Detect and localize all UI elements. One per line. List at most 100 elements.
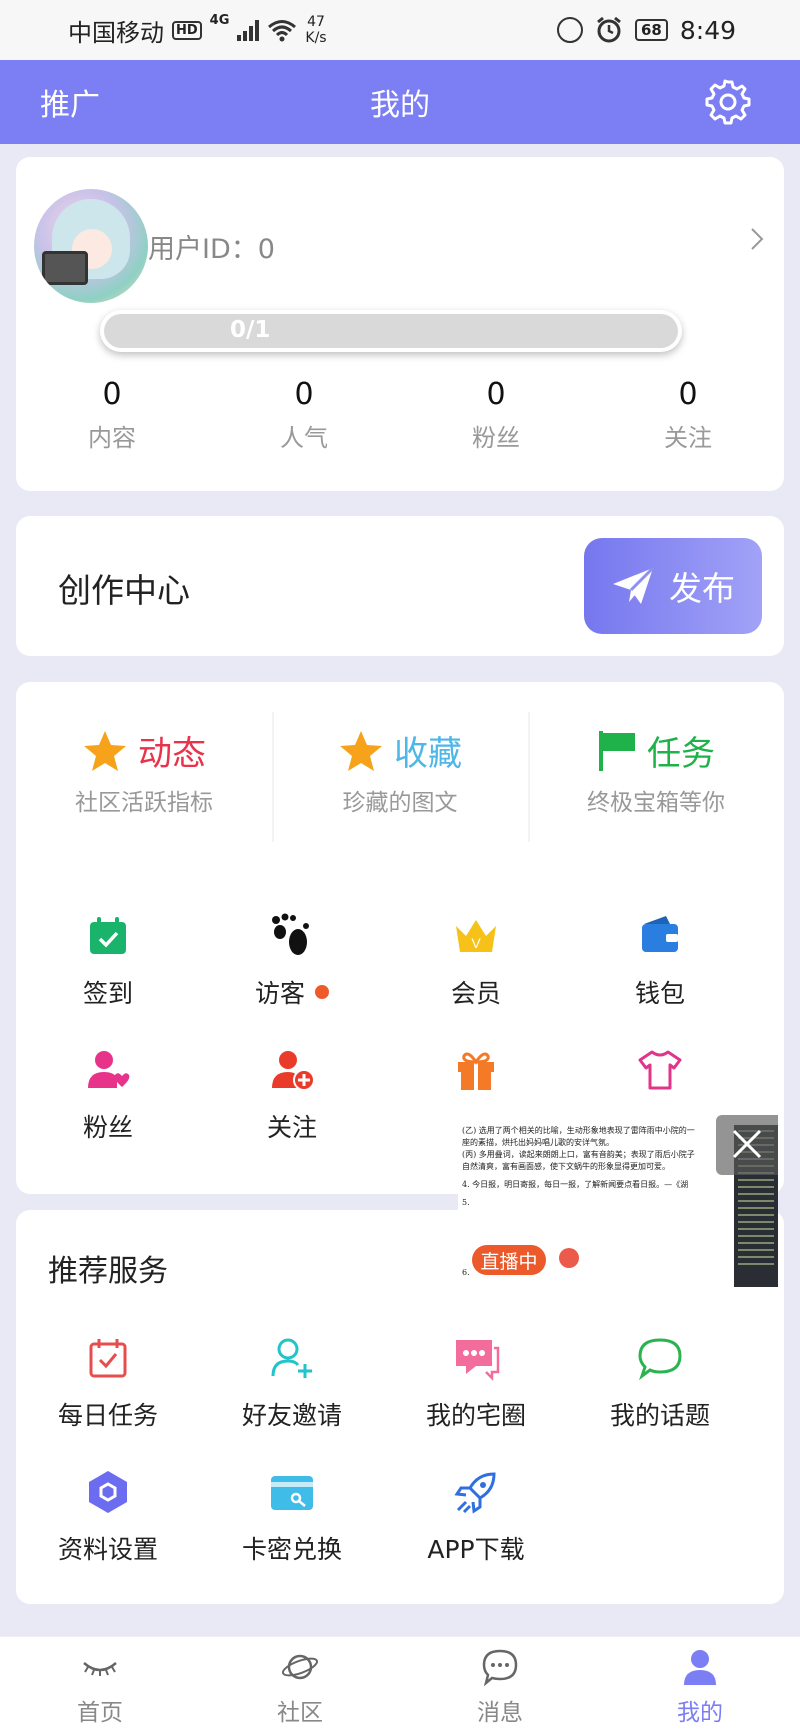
person-icon — [684, 1650, 716, 1685]
gift-icon — [458, 1052, 494, 1090]
message-icon — [482, 1649, 518, 1687]
crown-icon: V — [456, 920, 496, 952]
stat-popularity[interactable]: 0 人气 — [208, 377, 400, 453]
rocket-icon — [454, 1472, 496, 1514]
clock-time: 8:49 — [679, 15, 736, 45]
progress-text: 0/1 — [230, 317, 271, 343]
nav-label: 我的 — [677, 1700, 723, 1726]
hd-badge: HD — [172, 20, 202, 40]
feature-favorites[interactable]: 收藏 珍藏的图文 — [272, 712, 528, 842]
creation-center-title: 创作中心 — [58, 571, 190, 610]
service-my-circle[interactable]: 我的宅圈 — [384, 1334, 568, 1432]
footprint-icon — [272, 913, 309, 955]
service-daily-tasks[interactable]: 每日任务 — [16, 1334, 200, 1432]
nav-label: 消息 — [477, 1700, 523, 1726]
hexagon-settings-icon — [89, 1471, 127, 1513]
progress-track: 0/1 — [104, 314, 678, 348]
publish-button[interactable]: 发布 — [584, 538, 762, 634]
shirt-icon — [638, 1050, 682, 1090]
service-label: 每日任务 — [57, 1401, 158, 1430]
stat-value: 0 — [486, 377, 506, 412]
service-app-download[interactable]: APP下载 — [384, 1468, 568, 1566]
doc-line: 5. — [462, 1198, 470, 1207]
net-speed: 47 K/s — [305, 14, 326, 46]
floating-close-button[interactable] — [716, 1115, 778, 1175]
user-id[interactable]: 用户ID：0 — [148, 227, 275, 266]
quick-action-visitors[interactable]: 访客 — [200, 912, 384, 1010]
avatar[interactable] — [34, 189, 148, 303]
services-row-1: 每日任务 好友邀请 我的宅圈 我的话题 — [16, 1334, 784, 1432]
nav-home[interactable]: 首页 — [0, 1637, 200, 1733]
profile-stats: 0 内容 0 人气 0 粉丝 0 关注 — [16, 377, 784, 453]
chat-bubbles-icon — [456, 1340, 500, 1382]
quick-action-fans[interactable]: 粉丝 — [16, 1046, 200, 1144]
quick-action-label: 粉丝 — [82, 1113, 133, 1142]
service-invite-friends[interactable]: 好友邀请 — [200, 1334, 384, 1432]
quick-action-wallet[interactable]: 钱包 — [568, 912, 752, 1010]
flag-icon — [599, 730, 635, 771]
feature-row: 动态 社区活跃指标 收藏 珍藏的图文 任务 终极宝箱等你 — [16, 712, 784, 842]
chevron-right-icon[interactable] — [750, 227, 764, 251]
stat-label: 人气 — [280, 424, 328, 452]
service-profile-settings[interactable]: 资料设置 — [16, 1468, 200, 1566]
feature-subtitle: 社区活跃指标 — [75, 790, 213, 816]
nav-label: 社区 — [277, 1700, 323, 1726]
quick-action-checkin[interactable]: 签到 — [16, 912, 200, 1010]
carrier-name: 中国移动 — [68, 18, 164, 47]
settings-gear-icon[interactable] — [704, 78, 752, 126]
quick-action-label: 钱包 — [634, 979, 685, 1008]
quick-action-follow[interactable]: 关注 — [200, 1046, 384, 1144]
feature-dynamics[interactable]: 动态 社区活跃指标 — [16, 712, 272, 842]
service-my-topics[interactable]: 我的话题 — [568, 1334, 752, 1432]
user-id-value: 0 — [257, 234, 275, 265]
svg-text:V: V — [471, 935, 481, 951]
status-bar: 中国移动 HD 4G 47 K/s 68 8:49 — [0, 0, 800, 60]
stat-value: 0 — [102, 377, 122, 412]
doc-line: 4. 今日报，明日寄报，每日一报，了解新闻要点看日报。—《湖 — [462, 1180, 689, 1189]
data-saver-icon — [556, 17, 583, 43]
calendar-check-icon — [90, 917, 126, 954]
top-app-bar: 推广 我的 — [0, 60, 800, 144]
feature-subtitle: 终极宝箱等你 — [587, 790, 725, 816]
creation-center-card: 创作中心 发布 — [16, 516, 784, 656]
wifi-icon — [268, 20, 297, 42]
bottom-nav: 首页 社区 消息 我的 — [0, 1636, 800, 1733]
quick-action-label: 访客 — [254, 979, 305, 1008]
nav-community[interactable]: 社区 — [200, 1637, 400, 1733]
level-progress-bar: 0/1 — [100, 310, 682, 352]
service-label: 资料设置 — [57, 1535, 158, 1564]
feature-tasks[interactable]: 任务 终极宝箱等你 — [528, 712, 784, 842]
user-add-icon — [272, 1051, 315, 1091]
star-icon — [340, 730, 382, 771]
service-label: 好友邀请 — [241, 1401, 342, 1430]
user-heart-icon — [88, 1051, 130, 1088]
live-badge[interactable]: 直播中 — [472, 1245, 546, 1275]
quick-actions-row-1: 签到 访客 V 会员 钱包 — [16, 912, 784, 1010]
feature-subtitle: 珍藏的图文 — [342, 790, 458, 816]
nav-messages[interactable]: 消息 — [400, 1637, 600, 1733]
nav-mine[interactable]: 我的 — [600, 1637, 800, 1733]
stat-label: 粉丝 — [472, 424, 520, 452]
live-indicator-dot — [559, 1248, 579, 1268]
net-speed-unit: K/s — [305, 30, 327, 46]
nav-label: 首页 — [77, 1700, 123, 1726]
service-card-redeem[interactable]: 卡密兑换 — [200, 1468, 384, 1566]
stat-label: 内容 — [88, 424, 136, 452]
network-type: 4G — [209, 12, 230, 28]
stat-fans[interactable]: 0 粉丝 — [400, 377, 592, 453]
quick-action-label: 关注 — [266, 1113, 317, 1142]
user-invite-icon — [271, 1338, 312, 1378]
stat-label: 关注 — [664, 424, 712, 452]
publish-label: 发布 — [669, 569, 735, 608]
stat-content[interactable]: 0 内容 — [16, 377, 208, 453]
stat-following[interactable]: 0 关注 — [592, 377, 784, 453]
promo-link[interactable]: 推广 — [40, 80, 100, 124]
net-speed-value: 47 — [307, 14, 325, 30]
quick-action-vip[interactable]: V 会员 — [384, 912, 568, 1010]
feature-title: 收藏 — [394, 734, 462, 774]
doc-line: (丙) 多用叠词，读起来朗朗上口，富有音韵美；表现了雨后小院子 — [462, 1150, 695, 1159]
new-visitor-dot — [315, 985, 329, 999]
feature-title: 动态 — [138, 734, 206, 774]
service-label: APP下载 — [427, 1535, 525, 1564]
doc-line: (乙) 选用了两个相关的比喻，生动形象地表现了雷阵雨中小院的一 — [462, 1126, 695, 1135]
